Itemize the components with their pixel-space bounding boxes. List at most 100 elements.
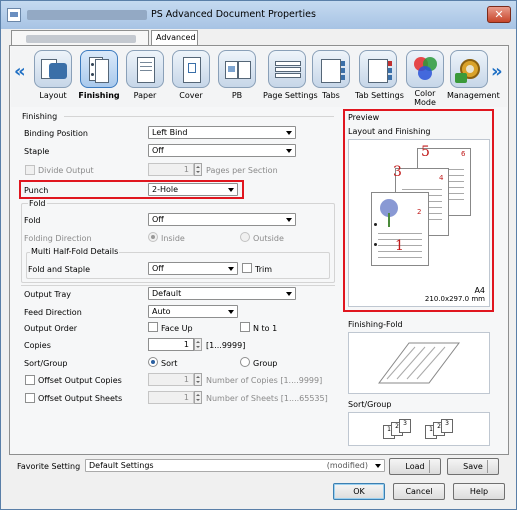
offset-copies-value: 1 [183,375,189,384]
tabs-icon [312,50,350,88]
category-label: Layout [39,91,67,100]
paper-icon [126,50,164,88]
category-label: Color Mode [403,89,447,107]
save-dropdown-icon[interactable] [487,460,497,473]
category-label: Tabs [322,91,340,100]
category-label-line1: Color [414,89,436,98]
cancel-button[interactable]: Cancel [393,483,445,500]
preview-page [371,192,429,266]
offset-copies-hint: Number of Copies [1....9999] [206,376,323,385]
n-to-1-checkbox[interactable] [240,322,250,332]
group-label: Group [253,359,278,368]
load-button[interactable]: Load [389,458,441,475]
binding-position-label: Binding Position [24,129,88,138]
offset-copies-spinner[interactable]: 1 [148,373,202,386]
save-button[interactable]: Save [447,458,499,475]
divide-output-spinner[interactable]: 1 [148,163,202,176]
tab-advanced[interactable]: Advanced [151,30,198,46]
fold-diagram-icon [378,342,460,384]
fold-and-staple-value: Off [152,264,164,273]
category-finishing[interactable]: Finishing [77,50,121,100]
favorite-setting-value: Default Settings [89,461,154,470]
face-up-checkbox[interactable] [148,322,158,332]
dialog-footer: Favorite Setting Default Settings (modifi… [9,457,509,507]
inside-radio[interactable] [148,232,158,242]
sort-group-label: Sort/Group [24,359,68,368]
page-number: 5 [421,144,430,160]
spinner-arrows-icon[interactable] [194,163,202,176]
category-tab-settings[interactable]: Tab Settings [355,50,404,100]
category-page-settings[interactable]: Page Settings [263,50,318,100]
page-number: 1 [395,238,404,254]
favorite-setting-select[interactable]: Default Settings (modified) [85,459,385,472]
spinner-arrows-icon[interactable] [194,391,202,404]
trim-checkbox[interactable] [242,263,252,273]
fold-group-label: Fold [28,199,47,208]
punch-select[interactable]: 2-Hole [148,183,238,196]
feed-direction-select[interactable]: Auto [148,305,238,318]
category-tabs[interactable]: Tabs [309,50,353,100]
outside-radio[interactable] [240,232,250,242]
layout-icon [34,50,72,88]
category-layout[interactable]: Layout [31,50,75,100]
staple-select[interactable]: Off [148,144,296,157]
fold-and-staple-select[interactable]: Off [148,262,238,275]
ok-button[interactable]: OK [333,483,385,500]
group-radio[interactable] [240,357,250,367]
fold-label: Fold [24,216,41,225]
sort-group-preview-label: Sort/Group [348,400,392,409]
divide-output-checkbox[interactable] [25,165,35,175]
help-button[interactable]: Help [453,483,505,500]
offset-copies-label: Offset Output Copies [38,376,122,385]
load-dropdown-icon[interactable] [429,460,439,473]
chevron-down-icon [228,267,234,271]
settings-column: Finishing Binding Position Left Bind Sta… [16,110,338,450]
offset-sheets-hint: Number of Sheets [1....65535] [206,394,328,403]
pb-icon [218,50,256,88]
chevron-down-icon [228,310,234,314]
offset-sheets-checkbox[interactable] [25,393,35,403]
category-color-mode[interactable]: Color Mode [403,50,447,107]
category-paper[interactable]: Paper [123,50,167,100]
scroll-right-icon[interactable]: » [491,61,503,82]
paper-size-label: A4 [474,286,485,295]
copies-spinner[interactable]: 1 [148,338,202,351]
spinner-arrows-icon[interactable] [194,338,202,351]
copies-range: [1...9999] [206,341,246,350]
category-cover[interactable]: Cover [169,50,213,100]
sort-radio[interactable] [148,357,158,367]
finishing-icon [80,50,118,88]
stack-icon: 1 2 3 [383,419,413,441]
fold-value: Off [152,215,164,224]
fold-select[interactable]: Off [148,213,296,226]
pages-per-section-label: Pages per Section [206,166,278,175]
tab-general-redacted[interactable] [11,30,149,46]
close-button[interactable]: ✕ [487,6,511,23]
n-to-1-label: N to 1 [253,324,278,333]
category-label-line2: Mode [414,98,436,107]
category-label: Cover [179,91,203,100]
copies-label: Copies [24,341,51,350]
folding-direction-label: Folding Direction [24,234,92,243]
offset-copies-checkbox[interactable] [25,375,35,385]
output-order-label: Output Order [24,324,78,333]
chevron-down-icon [286,131,292,135]
load-label: Load [405,462,425,471]
binding-position-value: Left Bind [152,128,188,137]
stack-page: 3 [441,419,453,433]
category-label: Management [447,91,500,100]
favorite-setting-label: Favorite Setting [17,462,81,471]
offset-sheets-spinner[interactable]: 1 [148,391,202,404]
dialog-window: PS Advanced Document Properties ✕ Advanc… [0,0,517,510]
category-pb[interactable]: PB [215,50,259,100]
sort-label: Sort [161,359,178,368]
feed-direction-label: Feed Direction [24,308,82,317]
printer-name-redacted [27,10,147,20]
spinner-arrows-icon[interactable] [194,373,202,386]
category-management[interactable]: Management [447,50,500,100]
output-tray-select[interactable]: Default [148,287,296,300]
category-label: Page Settings [263,91,318,100]
scroll-left-icon[interactable]: « [14,61,26,82]
binding-position-select[interactable]: Left Bind [148,126,296,139]
output-tray-label: Output Tray [24,290,71,299]
